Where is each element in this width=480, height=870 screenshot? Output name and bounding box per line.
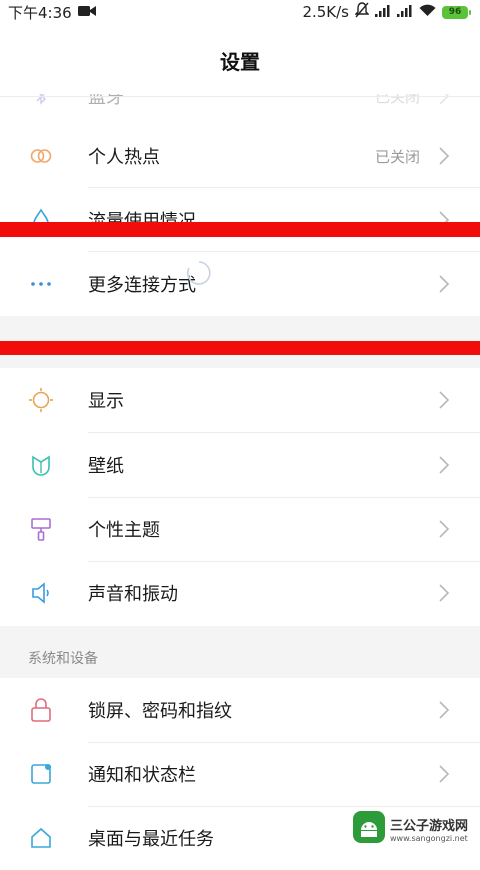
signal-icon <box>375 3 391 21</box>
settings-item-hotspot[interactable]: 个人热点 已关闭 <box>0 124 480 188</box>
settings-item-label: 锁屏、密码和指纹 <box>88 701 232 722</box>
lock-icon <box>28 697 54 723</box>
settings-item-label: 壁纸 <box>88 456 124 477</box>
wifi-icon <box>419 3 436 21</box>
status-time: 下午4:36 <box>8 3 72 22</box>
settings-item-label: 显示 <box>88 391 124 412</box>
settings-item-label: 桌面与最近任务 <box>88 829 214 850</box>
settings-item-themes[interactable]: 个性主题 <box>0 497 480 561</box>
speaker-icon <box>28 580 54 606</box>
settings-item-value: 已关闭 <box>374 147 420 166</box>
home-icon <box>28 825 54 851</box>
chevron-right-icon <box>439 701 450 719</box>
flower-icon <box>28 452 54 478</box>
chevron-right-icon <box>439 456 450 474</box>
settings-item-wallpaper[interactable]: 壁纸 <box>0 433 480 497</box>
video-record-icon <box>77 3 96 21</box>
notification-icon <box>28 761 54 787</box>
red-annotation-band <box>0 222 480 237</box>
settings-item-label: 个性主题 <box>88 520 160 541</box>
settings-item-notifications[interactable]: 通知和状态栏 <box>0 742 480 806</box>
settings-item-label: 更多连接方式 <box>88 275 196 296</box>
network-speed: 2.5K/s <box>302 3 349 21</box>
mute-bell-icon <box>354 2 370 22</box>
watermark-title: 三公子游戏网 <box>390 819 469 834</box>
android-logo-icon <box>352 810 386 848</box>
settings-item-sound[interactable]: 声音和振动 <box>0 561 480 625</box>
header-divider <box>0 96 480 97</box>
signal-icon-2 <box>397 3 413 21</box>
sun-icon <box>28 387 54 413</box>
loading-spinner-icon <box>186 260 212 290</box>
watermark-url: www.sangongzi.net <box>390 834 468 843</box>
battery-icon: 96 <box>442 5 471 19</box>
settings-item-lock-screen[interactable]: 锁屏、密码和指纹 <box>0 678 480 742</box>
red-annotation-band <box>0 341 480 355</box>
settings-item-data-usage[interactable]: 流量使用情况 <box>0 188 480 252</box>
page-title-overlay: 设置 <box>220 49 260 74</box>
chevron-right-icon <box>439 391 450 409</box>
chevron-right-icon <box>439 765 450 783</box>
settings-item-more-connections[interactable]: 更多连接方式 <box>0 252 480 316</box>
chevron-right-icon <box>439 520 450 538</box>
chevron-right-icon <box>439 275 450 293</box>
status-bar: 下午4:36 2.5K/s 96 <box>0 0 480 24</box>
hotspot-icon <box>28 143 54 169</box>
paint-brush-icon <box>28 516 54 542</box>
more-dots-icon <box>28 271 54 297</box>
settings-item-label: 个人热点 <box>88 147 160 168</box>
settings-item-label: 声音和振动 <box>88 584 178 605</box>
chevron-right-icon <box>439 147 450 165</box>
site-watermark: 三公子游戏网 www.sangongzi.net <box>352 809 472 849</box>
settings-item-label: 通知和状态栏 <box>88 765 196 786</box>
chevron-right-icon <box>439 584 450 602</box>
settings-item-display[interactable]: 显示 <box>0 368 480 432</box>
section-title: 系统和设备 <box>28 651 98 667</box>
